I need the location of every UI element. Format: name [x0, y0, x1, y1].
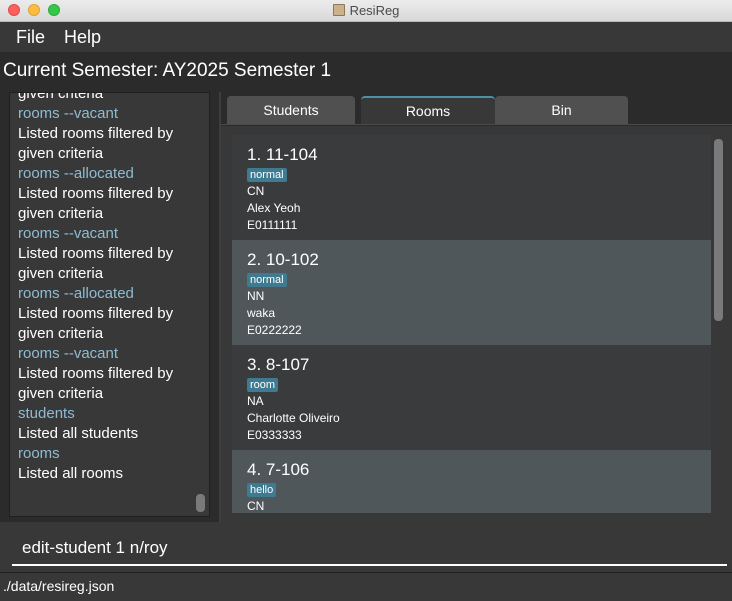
tab-bar: Students Rooms Bin: [221, 92, 732, 125]
log-command: rooms: [18, 445, 60, 462]
student-id: E0333333: [247, 428, 302, 442]
menu-file[interactable]: File: [16, 27, 45, 48]
log-message: Listed rooms filtered by given criteria: [18, 305, 174, 342]
log-message: Listed rooms filtered by given criteria: [18, 125, 174, 162]
room-title: 1. 11-104: [247, 145, 318, 164]
log-message: Listed rooms filtered by given criteria: [18, 185, 174, 222]
room-block: CN: [247, 184, 265, 198]
room-list-scrollbar[interactable]: [714, 139, 723, 321]
resident-name: Charlotte Oliveiro: [247, 411, 340, 425]
menu-bar: File Help: [0, 22, 732, 52]
room-type-tag: normal: [247, 273, 287, 287]
semester-label: Current Semester: AY2025 Semester 1: [3, 60, 332, 81]
room-card[interactable]: 1. 11-104 normal CN Alex Yeoh E0111111: [232, 135, 711, 240]
window-title: ResiReg: [349, 3, 400, 18]
app-icon: [332, 4, 345, 16]
room-card[interactable]: 3. 8-107 room NA Charlotte Oliveiro E0333333: [232, 345, 711, 450]
tab-rooms[interactable]: Rooms: [361, 96, 495, 124]
room-block: NN: [247, 289, 265, 303]
tab-students[interactable]: Students: [227, 96, 355, 124]
log-message: Listed all rooms: [18, 465, 124, 482]
tab-bin[interactable]: Bin: [495, 96, 628, 124]
room-type-tag: normal: [247, 168, 287, 182]
command-area: [0, 522, 732, 572]
data-file-path: ./data/resireg.json: [3, 578, 115, 594]
command-input[interactable]: [12, 532, 727, 566]
room-list-pane: 1. 11-104 normal CN Alex Yeoh E0111111 2. 10-…: [221, 126, 732, 522]
menu-help[interactable]: Help: [64, 27, 101, 48]
student-id: E0222222: [247, 323, 302, 337]
result-log: given criteria rooms --vacant Listed rooms…: [18, 92, 190, 484]
log-command: students: [18, 405, 75, 422]
room-title: 4. 7-106: [247, 460, 310, 479]
log-message: Listed rooms filtered by given criteria: [18, 245, 174, 282]
log-message: given criteria: [18, 92, 104, 102]
room-list[interactable]: 1. 11-104 normal CN Alex Yeoh E0111111 2. 10-…: [232, 135, 711, 513]
log-command: rooms --vacant: [18, 225, 119, 242]
room-type-tag: room: [247, 378, 279, 392]
log-message: Listed all students: [18, 425, 139, 442]
room-block: NA: [247, 394, 264, 408]
window-titlebar: ResiReg: [0, 0, 732, 22]
resident-name: Alex Yeoh: [247, 201, 301, 215]
result-display[interactable]: given criteria rooms --vacant Listed rooms…: [9, 92, 210, 517]
room-type-tag: hello: [247, 483, 277, 497]
student-id: E0111111: [247, 218, 298, 232]
log-command: rooms --allocated: [18, 285, 134, 302]
room-block: CN: [247, 499, 265, 513]
room-title: 3. 8-107: [247, 355, 310, 374]
log-command: rooms --vacant: [18, 345, 119, 362]
room-card[interactable]: 2. 10-102 normal NN waka E0222222: [232, 240, 711, 345]
result-scrollbar[interactable]: [196, 494, 205, 512]
status-bar: ./data/resireg.json: [0, 572, 732, 601]
room-title: 2. 10-102: [247, 250, 319, 269]
room-card[interactable]: 4. 7-106 hello CN: [232, 450, 711, 513]
log-command: rooms --allocated: [18, 165, 134, 182]
log-command: rooms --vacant: [18, 105, 119, 122]
resident-name: waka: [247, 306, 276, 320]
log-message: Listed rooms filtered by given criteria: [18, 365, 174, 402]
